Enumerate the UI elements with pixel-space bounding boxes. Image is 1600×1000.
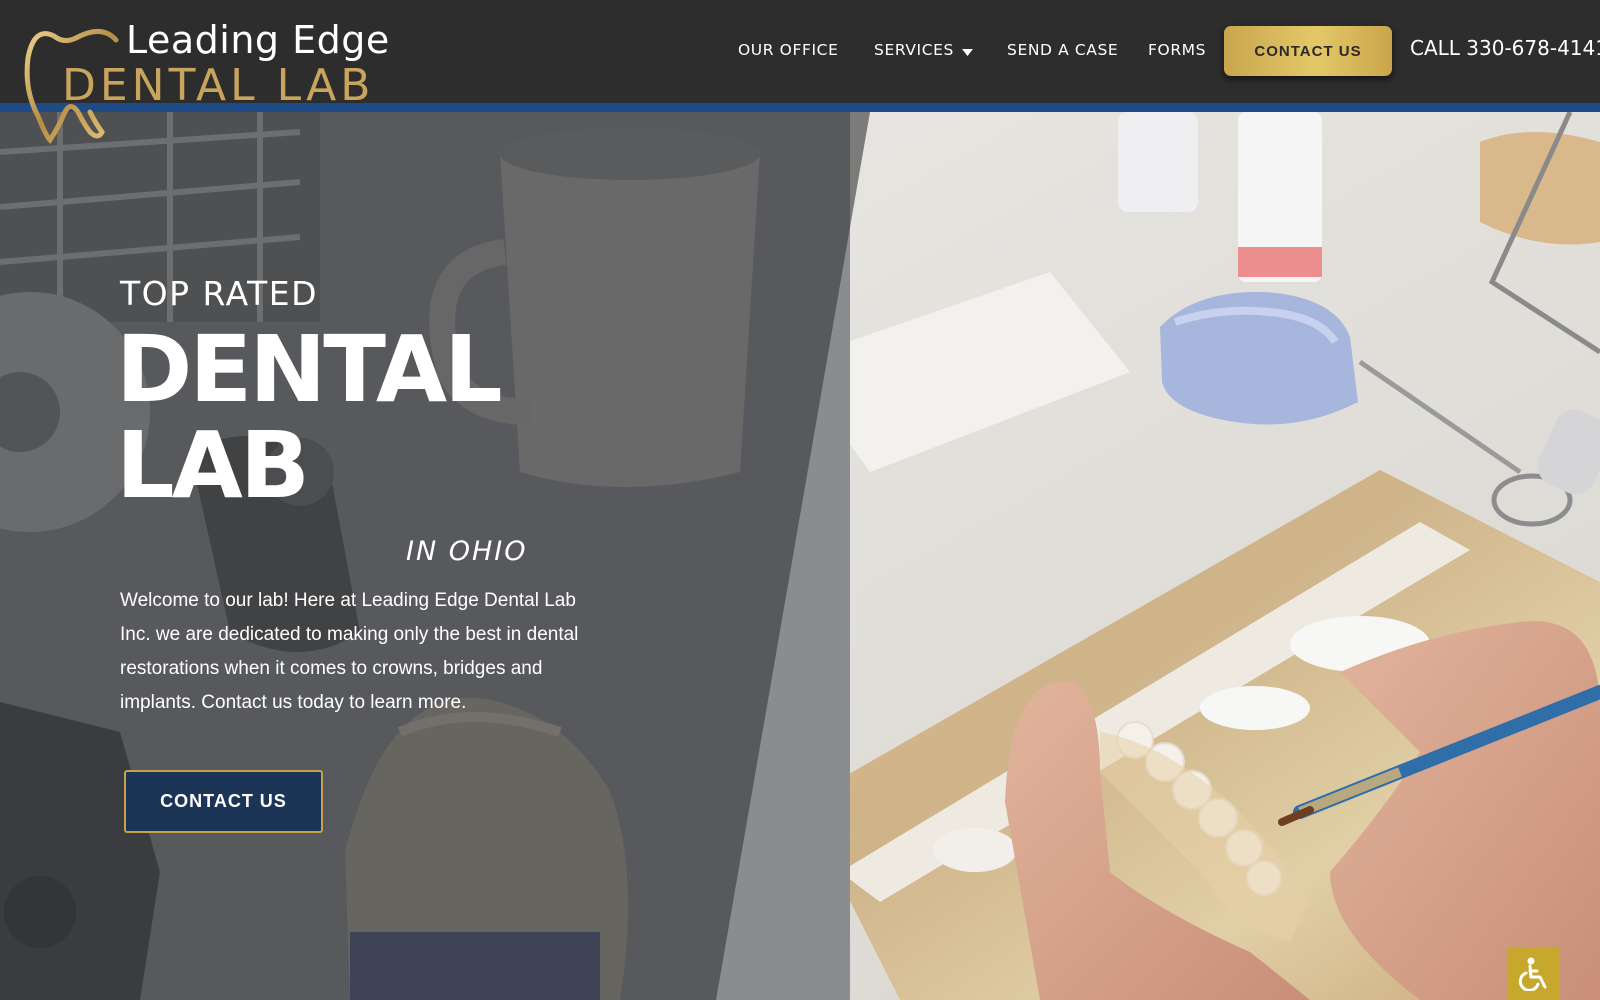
hero-body-text: Welcome to our lab! Here at Leading Edge… (120, 590, 579, 713)
logo-text-secondary: DENTAL LAB (62, 60, 375, 111)
hero-eyebrow: TOP RATED (120, 274, 319, 313)
hero-section: TOP RATED DENTAL LAB IN OHIO Welcome to … (0, 112, 1600, 1000)
hero-copy: TOP RATED DENTAL LAB IN OHIO Welcome to … (0, 112, 800, 1000)
caret-down-icon (961, 42, 973, 60)
nav-item-forms[interactable]: FORMS (1148, 41, 1206, 59)
wheelchair-icon (1518, 957, 1547, 991)
hero-title-line1: DENTAL (116, 316, 503, 423)
nav-item-send-a-case[interactable]: SEND A CASE (1007, 41, 1118, 59)
nav-item-our-office[interactable]: OUR OFFICE (738, 41, 838, 59)
header-phone-link[interactable]: CALL 330-678-4141 (1410, 36, 1600, 60)
nav-item-services[interactable]: SERVICES (874, 41, 973, 60)
logo-text-primary: Leading Edge (126, 18, 390, 62)
hero-contact-button[interactable]: CONTACT US (124, 770, 323, 833)
header-contact-button[interactable]: CONTACT US (1224, 26, 1392, 76)
site-logo[interactable]: Leading Edge DENTAL LAB (24, 16, 389, 146)
hero-title: DENTAL LAB (116, 316, 503, 519)
nav-item-services-label: SERVICES (874, 41, 954, 59)
hero-title-line2: LAB (116, 412, 310, 519)
accessibility-button[interactable] (1508, 948, 1560, 1000)
hero-subtitle: IN OHIO (406, 536, 528, 567)
